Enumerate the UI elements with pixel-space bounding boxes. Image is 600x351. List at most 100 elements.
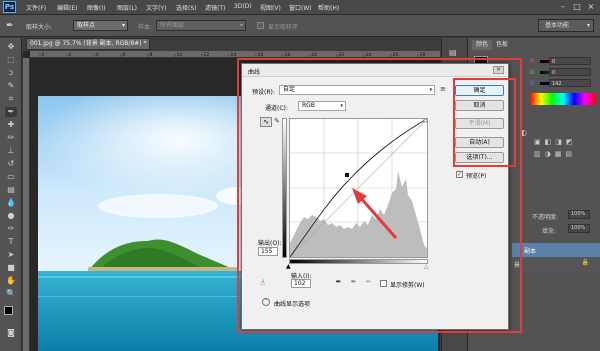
layer-row-background[interactable]: 景 🔒 xyxy=(512,257,600,271)
menu-image[interactable]: 图像(I) xyxy=(87,3,105,12)
input-gradient-bar xyxy=(289,259,428,264)
options-button[interactable]: 选项(T)... xyxy=(455,152,504,163)
menu-filter[interactable]: 滤镜(T) xyxy=(205,3,225,12)
preset-select[interactable]: 自定 ▾ xyxy=(279,85,435,95)
red-value: 0 xyxy=(552,59,556,65)
smooth-button[interactable]: 平滑(M) xyxy=(455,118,504,129)
fill-value: 100% xyxy=(571,225,586,231)
green-value-box[interactable]: 0 xyxy=(549,68,591,76)
fill-input[interactable]: 100% xyxy=(568,224,590,233)
crop-tool-icon[interactable]: ⌗ xyxy=(5,94,17,104)
move-tool-icon[interactable]: ✥ xyxy=(5,42,17,52)
menu-type[interactable]: 文字(Y) xyxy=(146,3,166,12)
preview-checkbox[interactable]: ✓ xyxy=(456,171,463,178)
red-value-box[interactable]: 0 xyxy=(549,57,591,65)
minimize-icon[interactable]: – xyxy=(558,2,568,12)
output-input[interactable]: 155 xyxy=(258,247,278,256)
output-label: 输出(O): xyxy=(258,240,282,247)
menu-select[interactable]: 选择(S) xyxy=(176,3,197,12)
curve-control-point[interactable] xyxy=(345,173,349,177)
menu-3d[interactable]: 3D(D) xyxy=(234,3,252,10)
workspace-switcher[interactable]: 基本功能 ▾ xyxy=(538,19,594,32)
close-icon[interactable]: × xyxy=(493,66,504,74)
cancel-button[interactable]: 取消 xyxy=(455,100,504,111)
menu-window[interactable]: 窗口(W) xyxy=(289,3,312,12)
gray-eyedropper-icon[interactable]: ✒ xyxy=(349,278,358,287)
opacity-input[interactable]: 100% xyxy=(568,210,590,219)
blue-value-box[interactable]: 142 xyxy=(549,79,591,87)
shape-tool-icon[interactable]: ■ xyxy=(5,263,17,273)
zoom-tool-icon[interactable]: 🔍 xyxy=(5,289,17,299)
marquee-tool-icon[interactable]: ⬚ xyxy=(5,55,17,65)
target-adjustment-icon[interactable]: ☝ xyxy=(260,278,265,287)
show-clipping-checkbox[interactable] xyxy=(380,280,387,287)
quick-select-tool-icon[interactable]: ✎ xyxy=(5,81,17,91)
menu-view[interactable]: 视图(V) xyxy=(260,3,281,12)
close-window-icon[interactable]: × xyxy=(586,2,596,12)
preset-options-icon[interactable]: ≡ xyxy=(440,85,446,93)
black-eyedropper-icon[interactable]: ✒ xyxy=(334,278,343,287)
layer-name: 副本 xyxy=(524,248,537,255)
ruler-tick-label: 14 xyxy=(231,52,237,58)
hand-tool-icon[interactable]: ✋ xyxy=(5,276,17,286)
clone-stamp-tool-icon[interactable]: ⊥ xyxy=(5,146,17,156)
history-panel-icon[interactable]: ▤ xyxy=(449,48,457,57)
pencil-icon[interactable]: ✎ xyxy=(274,117,280,125)
document-tab[interactable]: 001.jpg @ 75.7% (背景 副本, RGB/8#) * xyxy=(26,38,150,50)
menu-help[interactable]: 帮助(H) xyxy=(318,3,339,12)
output-value: 155 xyxy=(261,248,273,255)
curve-svg[interactable] xyxy=(290,119,427,257)
black-point-slider-icon[interactable]: ▲ xyxy=(286,263,291,270)
tab-swatches[interactable]: 色板 xyxy=(492,40,512,50)
eyedropper-icon[interactable]: ✒ xyxy=(6,20,18,32)
eyedropper-tool-icon[interactable]: ✒ xyxy=(5,107,17,117)
green-value: 0 xyxy=(552,70,556,76)
input-value: 102 xyxy=(294,280,306,287)
sample-size-value: 取样点 xyxy=(77,22,96,29)
menu-file[interactable]: 文件(F) xyxy=(26,3,46,12)
dialog-titlebar[interactable]: 曲线 × xyxy=(242,64,508,77)
quick-mask-icon[interactable]: ◙ xyxy=(5,328,17,338)
history-brush-tool-icon[interactable]: ↺ xyxy=(5,159,17,169)
lasso-tool-icon[interactable]: ↄ xyxy=(5,68,17,78)
curves-dialog: 曲线 × 预设(R): 自定 ▾ ≡ 通道(C): RGB ▾ ∿ ✎ ▲ △ … xyxy=(241,63,509,330)
pen-tool-icon[interactable]: ✑ xyxy=(5,224,17,234)
foreground-color-swatch[interactable] xyxy=(4,306,13,315)
blur-tool-icon[interactable]: 💧 xyxy=(5,198,17,208)
auto-button[interactable]: 自动(A) xyxy=(455,137,504,148)
sample-select[interactable]: 所有图层 ▾ xyxy=(156,20,246,31)
tab-color[interactable]: 颜色 xyxy=(472,40,493,50)
ruler-tick-label: 28 xyxy=(420,52,426,58)
type-tool-icon[interactable]: T xyxy=(5,237,17,247)
gradient-tool-icon[interactable]: ▤ xyxy=(5,185,17,195)
chevron-down-icon: ▾ xyxy=(239,22,243,29)
expand-toggle-icon[interactable]: ˅ xyxy=(262,298,270,306)
path-selection-tool-icon[interactable]: ➤ xyxy=(5,250,17,260)
adjustment-icons-row[interactable]: ▣◧◨◩ xyxy=(534,138,576,146)
curve-endpoint[interactable] xyxy=(423,119,427,123)
healing-brush-tool-icon[interactable]: ✚ xyxy=(5,120,17,130)
white-point-slider-icon[interactable]: △ xyxy=(424,263,429,270)
white-eyedropper-icon[interactable]: ✒ xyxy=(364,278,373,287)
maximize-icon[interactable]: □ xyxy=(572,2,582,12)
ruler-tick-label: 2 xyxy=(69,52,72,58)
sample-size-select[interactable]: 取样点 ▾ xyxy=(73,20,128,31)
adjustment-icon[interactable]: ◐ xyxy=(520,128,527,137)
channel-select[interactable]: RGB ▾ xyxy=(298,101,346,111)
brush-tool-icon[interactable]: ✏ xyxy=(5,133,17,143)
color-spectrum-bar[interactable] xyxy=(530,93,596,105)
input-input[interactable]: 102 xyxy=(291,279,311,288)
layer-row-active[interactable]: 副本 xyxy=(512,243,600,257)
chevron-down-icon: ▾ xyxy=(586,22,590,29)
eraser-tool-icon[interactable]: ▭ xyxy=(5,172,17,182)
menu-edit[interactable]: 编辑(E) xyxy=(57,3,77,12)
ruler-ticks: 0 2 4 6 8 10 12 14 16 18 20 22 24 26 28 xyxy=(39,52,426,58)
curve-edit-icon[interactable]: ∿ xyxy=(260,117,272,127)
preview-label: 预览(P) xyxy=(466,173,487,180)
dodge-tool-icon[interactable]: ● xyxy=(5,211,17,221)
adjustment-icons-row-2[interactable]: ▥◑▦▤ xyxy=(534,150,576,158)
curve-graph[interactable] xyxy=(289,118,428,258)
ok-button[interactable]: 确定 xyxy=(455,85,504,96)
menu-layer[interactable]: 图层(L) xyxy=(117,3,137,12)
show-ring-checkbox[interactable] xyxy=(257,22,264,29)
